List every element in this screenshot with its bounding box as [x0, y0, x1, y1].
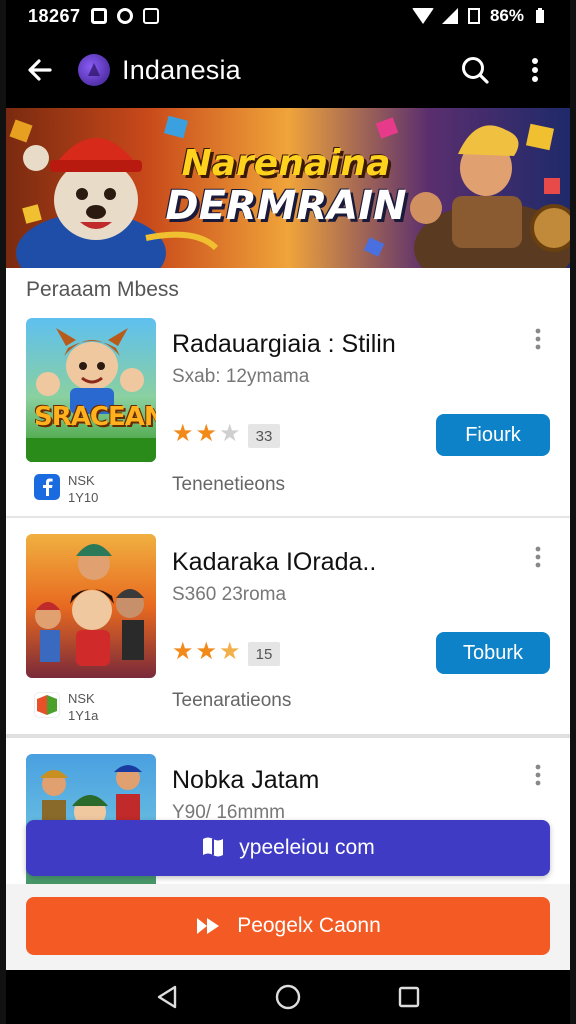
- more-vertical-icon: [535, 764, 541, 786]
- publisher-meta: NSK 1Y1a: [68, 690, 98, 724]
- publisher-meta: NSK 1Y10: [68, 472, 98, 506]
- back-button[interactable]: [24, 54, 56, 86]
- app-logo: [78, 54, 110, 86]
- publisher-version: 1Y10: [68, 490, 99, 505]
- section-title: Peraaam Mbess: [26, 278, 179, 301]
- publisher-icon: [34, 474, 60, 500]
- rating-count-badge: 15: [248, 642, 280, 666]
- banner-title-line2: DERMRAIN: [165, 183, 407, 229]
- notification-icon: [90, 8, 107, 24]
- game-title[interactable]: Radauargiaia : Stilin: [172, 330, 396, 359]
- notification-icon: [142, 8, 159, 24]
- game-thumbnail[interactable]: [26, 534, 156, 678]
- install-button[interactable]: Toburk: [436, 632, 550, 674]
- app-actions: [458, 53, 552, 87]
- publisher-version: 1Y1a: [68, 708, 99, 723]
- item-more-button[interactable]: [528, 760, 548, 790]
- divider: [6, 734, 570, 738]
- primary-cta-label: ypeeleiou com: [239, 836, 375, 859]
- star-icon: ★: [172, 420, 194, 447]
- star-icon: ★: [172, 638, 194, 665]
- star-icon: ★: [195, 420, 218, 447]
- forward-icon: [197, 918, 220, 934]
- rating-count-badge: 33: [248, 424, 280, 448]
- item-more-button[interactable]: [528, 324, 548, 354]
- more-vertical-icon: [535, 328, 541, 350]
- publisher-name: NSK: [68, 473, 95, 488]
- phone-frame: 18267 86% Indanesia Narenaina DERMRAIN P…: [0, 0, 576, 1024]
- nav-home-button[interactable]: [270, 979, 306, 1015]
- app-title: Indanesia: [122, 54, 241, 85]
- publisher-name: NSK: [68, 691, 95, 706]
- star-icon: ★: [195, 638, 218, 665]
- star-icon: ★: [219, 420, 241, 447]
- app-bar: Indanesia: [6, 32, 570, 108]
- notification-icon: [116, 8, 133, 24]
- banner-title: Narenaina DERMRAIN: [156, 143, 416, 229]
- nav-recents-button[interactable]: [391, 979, 427, 1015]
- more-vertical-icon: [535, 546, 541, 568]
- nav-back-button[interactable]: [149, 979, 185, 1015]
- install-button[interactable]: Fiourk: [436, 414, 550, 456]
- list-item[interactable]: SRACEAN Radauargiaia : Stilin Sxab: 12ym…: [6, 310, 570, 516]
- system-nav-bar: [6, 970, 570, 1024]
- status-time: 18267: [28, 5, 81, 26]
- game-title[interactable]: Kadaraka IOrada..: [172, 548, 376, 577]
- secondary-cta-label: Peogelx Caonn: [237, 914, 381, 937]
- star-rating: ★ ★ ★: [172, 640, 241, 664]
- triangle-back-icon: [157, 985, 176, 1009]
- list-item[interactable]: Kadaraka IOrada.. S360 23roma ★ ★ ★ 15 T…: [6, 526, 570, 732]
- signal-icon: [441, 8, 458, 24]
- game-thumbnail[interactable]: SRACEAN: [26, 318, 156, 462]
- game-thumbnail-caption: SRACEAN: [34, 402, 156, 432]
- more-vertical-icon: [532, 58, 538, 82]
- primary-cta-button[interactable]: ypeeleiou com: [26, 820, 550, 876]
- search-button[interactable]: [458, 53, 492, 87]
- battery-level: 86%: [489, 6, 524, 25]
- wifi-icon: [411, 8, 434, 24]
- square-recents-icon: [399, 986, 420, 1008]
- publisher-logo-icon: [37, 695, 57, 715]
- game-thumbnail-art: [35, 544, 144, 666]
- promo-banner[interactable]: Narenaina DERMRAIN: [6, 108, 570, 268]
- status-left: 18267: [28, 6, 159, 27]
- game-thumbnail-art: [26, 328, 156, 462]
- screen: 18267 86% Indanesia Narenaina DERMRAIN P…: [6, 0, 570, 1024]
- arrow-left-icon: [28, 59, 52, 81]
- facebook-icon: [43, 478, 53, 496]
- search-icon: [462, 57, 489, 84]
- overflow-menu-button[interactable]: [518, 53, 552, 87]
- game-subtitle: Sxab: 12ymama: [172, 366, 310, 387]
- banner-title-line1: Narenaina: [181, 143, 391, 184]
- star-rating: ★ ★ ★: [172, 422, 241, 446]
- secondary-cta-button[interactable]: Peogelx Caonn: [26, 897, 550, 955]
- item-more-button[interactable]: [528, 542, 548, 572]
- circle-home-icon: [275, 984, 301, 1010]
- status-right: 86%: [411, 6, 548, 26]
- game-tags: Tenenetieons: [172, 474, 286, 495]
- game-tags: Teenaratieons: [172, 690, 292, 711]
- flag-icon: [203, 837, 224, 857]
- status-bar: 18267 86%: [6, 0, 570, 32]
- battery-icon: [532, 8, 548, 24]
- star-icon: ★: [219, 638, 241, 665]
- publisher-icon: [34, 692, 60, 718]
- sim-icon: [466, 8, 482, 24]
- game-title[interactable]: Nobka Jatam: [172, 766, 319, 795]
- game-subtitle: S360 23roma: [172, 584, 287, 605]
- divider: [6, 516, 570, 518]
